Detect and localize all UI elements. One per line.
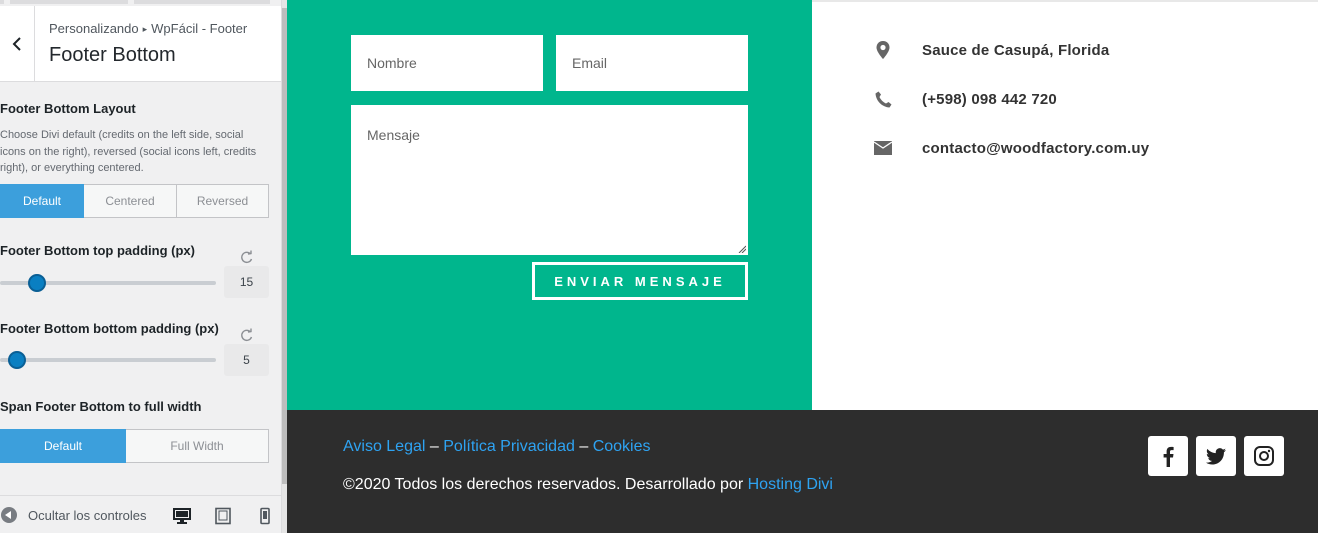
hide-controls-label: Ocultar los controles	[28, 507, 147, 523]
instagram-icon	[1254, 446, 1274, 466]
panel-footer: Ocultar los controles	[0, 495, 281, 533]
site-preview: Nombre Email Mensaje ENVIAR MENSAJE Sauc…	[287, 0, 1318, 533]
hide-controls-button[interactable]: Ocultar los controles	[0, 496, 147, 533]
breadcrumb-separator-icon: ▸	[142, 24, 148, 34]
top-divider	[812, 0, 1318, 2]
layout-default-button[interactable]: Default	[0, 184, 84, 218]
chevron-left-icon	[12, 37, 21, 51]
layout-control-description: Choose Divi default (credits on the left…	[0, 129, 257, 174]
full-width-button-group: Default Full Width	[0, 429, 269, 463]
email-field[interactable]: Email	[556, 35, 748, 91]
map-marker-icon	[874, 41, 892, 59]
envelope-icon	[874, 139, 892, 157]
top-padding-input[interactable]: 15	[224, 266, 269, 298]
twitter-icon	[1206, 447, 1226, 464]
full-width-fullwidth-button[interactable]: Full Width	[126, 429, 269, 463]
breadcrumb: Personalizando ▸ WpFácil - Footer	[49, 21, 247, 36]
full-width-title: Span Footer Bottom to full width	[0, 399, 202, 414]
bottom-padding-title: Footer Bottom bottom padding (px)	[0, 321, 219, 336]
footer-links: Aviso Legal – Política Privacidad – Cook…	[343, 438, 651, 456]
facebook-icon	[1163, 446, 1174, 467]
top-padding-title: Footer Bottom top padding (px)	[0, 243, 195, 258]
bottom-padding-input[interactable]: 5	[224, 344, 269, 376]
breadcrumb-section: WpFácil - Footer	[151, 21, 248, 36]
message-field[interactable]: Mensaje	[351, 105, 748, 255]
link-separator: –	[579, 438, 589, 455]
desktop-icon[interactable]	[173, 507, 191, 525]
name-field[interactable]: Nombre	[351, 35, 543, 91]
bottom-padding-slider-thumb[interactable]	[8, 351, 26, 369]
link-separator: –	[429, 438, 439, 455]
legal-link[interactable]: Aviso Legal	[343, 438, 425, 455]
cookies-link[interactable]: Cookies	[593, 438, 651, 455]
footer-bottom: Aviso Legal – Política Privacidad – Cook…	[287, 410, 1318, 533]
collapse-arrow-icon	[1, 507, 17, 523]
contact-phone-text: (+598) 098 442 720	[922, 90, 1057, 108]
full-width-default-button[interactable]: Default	[0, 429, 126, 463]
send-message-button[interactable]: ENVIAR MENSAJE	[532, 262, 748, 300]
reset-icon[interactable]	[239, 249, 255, 265]
back-button[interactable]	[0, 6, 35, 82]
breadcrumb-root: Personalizando	[49, 21, 139, 36]
facebook-button[interactable]	[1148, 436, 1188, 476]
message-placeholder: Mensaje	[367, 127, 420, 143]
layout-centered-button[interactable]: Centered	[84, 184, 177, 218]
contact-phone: (+598) 098 442 720	[874, 90, 1057, 108]
layout-control-title: Footer Bottom Layout	[0, 101, 136, 116]
panel-title: Footer Bottom	[49, 44, 176, 66]
contact-address: Sauce de Casupá, Florida	[874, 41, 1109, 59]
twitter-button[interactable]	[1196, 436, 1236, 476]
contact-email-text: contacto@woodfactory.com.uy	[922, 139, 1150, 157]
privacy-link[interactable]: Política Privacidad	[443, 438, 575, 455]
layout-reversed-button[interactable]: Reversed	[177, 184, 269, 218]
top-padding-slider-thumb[interactable]	[28, 274, 46, 292]
mobile-icon[interactable]	[256, 507, 274, 525]
copyright-text: ©2020 Todos los derechos reservados. Des…	[343, 476, 744, 493]
layout-button-group: Default Centered Reversed	[0, 184, 269, 218]
customizer-panel: Personalizando ▸ WpFácil - Footer Footer B…	[0, 0, 282, 533]
resize-grip-icon[interactable]	[738, 245, 746, 253]
contact-email: contacto@woodfactory.com.uy	[874, 139, 1149, 157]
credit-link[interactable]: Hosting Divi	[748, 476, 833, 493]
panel-header: Personalizando ▸ WpFácil - Footer Footer B…	[0, 6, 281, 82]
tablet-icon[interactable]	[214, 507, 232, 525]
reset-icon[interactable]	[239, 327, 255, 343]
instagram-button[interactable]	[1244, 436, 1284, 476]
phone-icon	[874, 90, 892, 108]
bottom-padding-slider-track[interactable]	[0, 358, 216, 362]
contact-form-section: Nombre Email Mensaje ENVIAR MENSAJE	[287, 0, 812, 410]
copyright: ©2020 Todos los derechos reservados. Des…	[343, 476, 833, 494]
contact-address-text: Sauce de Casupá, Florida	[922, 41, 1110, 59]
